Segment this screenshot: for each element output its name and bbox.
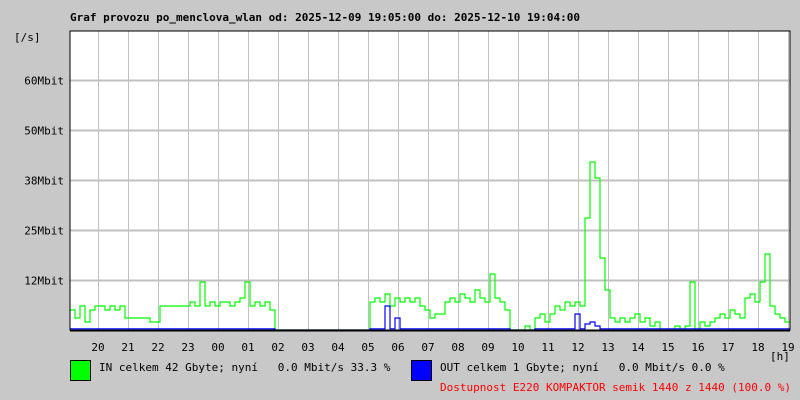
y-tick-label: 60Mbit xyxy=(24,74,64,87)
x-tick-label: 20 xyxy=(91,341,105,354)
legend-out-swatch xyxy=(411,360,432,381)
y-tick-label: 50Mbit xyxy=(24,124,64,137)
y-tick-label: 38Mbit xyxy=(24,174,64,187)
x-tick-label: 16 xyxy=(691,341,705,354)
x-tick-label: 13 xyxy=(601,341,615,354)
x-tick-label: 05 xyxy=(361,341,375,354)
x-tick-label: 01 xyxy=(241,341,255,354)
x-tick-label: 08 xyxy=(451,341,465,354)
y-tick-label: 12Mbit xyxy=(24,274,64,287)
chart-plot xyxy=(69,30,791,332)
x-tick-label: 18 xyxy=(751,341,765,354)
x-tick-label: 04 xyxy=(331,341,345,354)
legend-in-swatch xyxy=(70,360,91,381)
x-tick-label: 11 xyxy=(541,341,555,354)
x-tick-label: 12 xyxy=(571,341,585,354)
legend-out-text: OUT celkem 1 Gbyte; nyní 0.0 Mbit/s 0.0 … xyxy=(440,361,725,374)
x-tick-label: 23 xyxy=(181,341,195,354)
x-tick-label: 03 xyxy=(301,341,315,354)
x-tick-label: 14 xyxy=(631,341,645,354)
x-axis-unit: [h] xyxy=(770,350,790,363)
x-tick-label: 02 xyxy=(271,341,285,354)
legend-in-text: IN celkem 42 Gbyte; nyní 0.0 Mbit/s 33.3… xyxy=(99,361,391,374)
x-tick-label: 06 xyxy=(391,341,405,354)
x-tick-label: 00 xyxy=(211,341,225,354)
x-tick-label: 22 xyxy=(151,341,165,354)
x-tick-label: 17 xyxy=(721,341,735,354)
x-tick-label: 15 xyxy=(661,341,675,354)
x-tick-label: 21 xyxy=(121,341,135,354)
y-tick-label: 25Mbit xyxy=(24,224,64,237)
x-tick-label: 10 xyxy=(511,341,525,354)
x-tick-label: 09 xyxy=(481,341,495,354)
x-tick-label: 07 xyxy=(421,341,435,354)
availability-text: Dostupnost E220 KOMPAKTOR semik 1440 z 1… xyxy=(440,381,791,394)
